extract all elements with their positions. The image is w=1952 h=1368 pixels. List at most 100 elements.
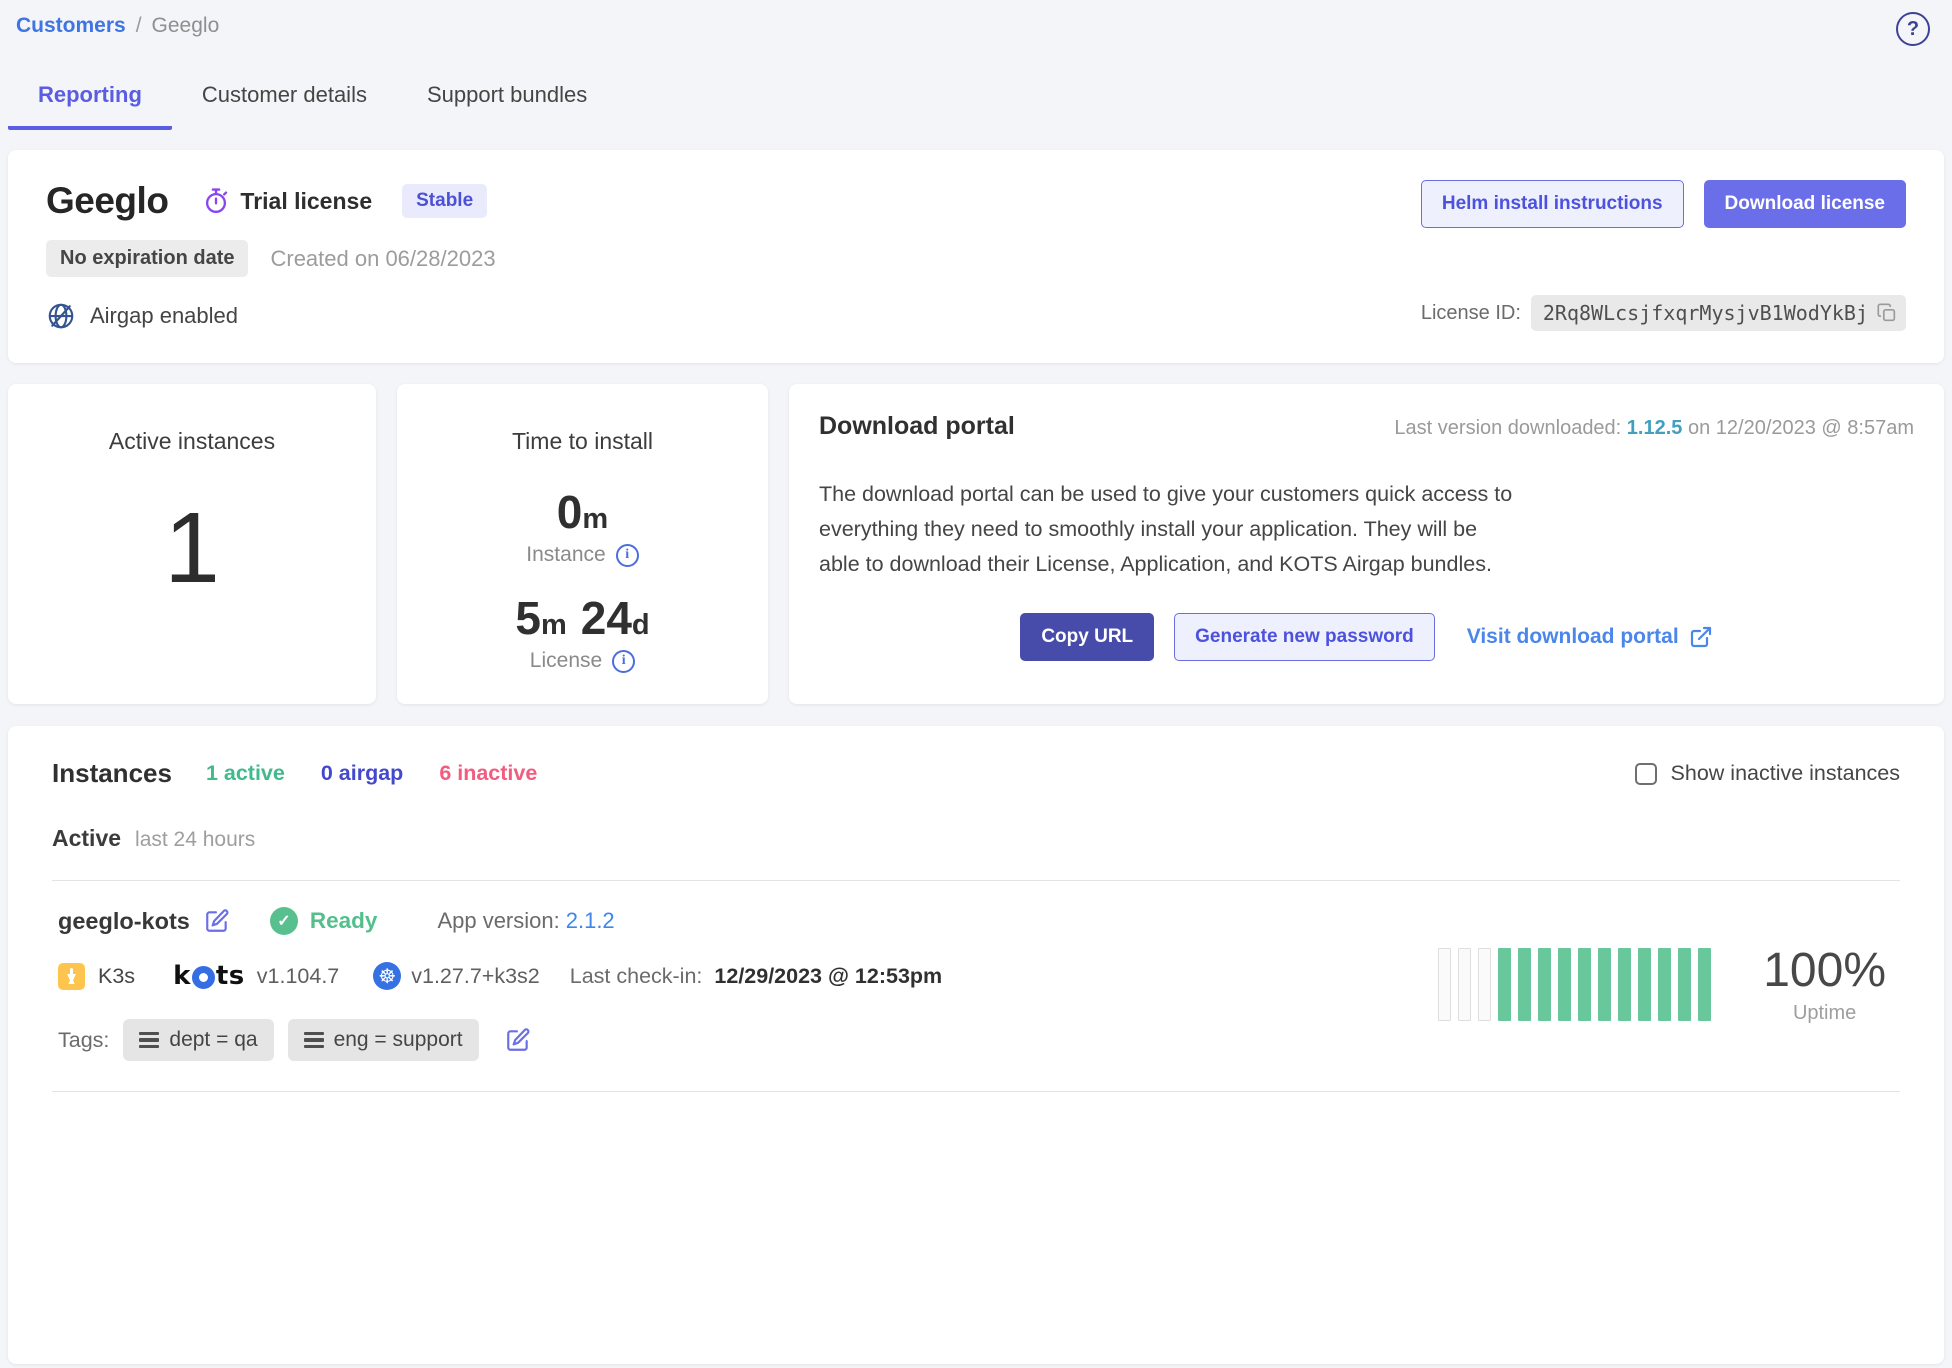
instance-counts: 1 active 0 airgap 6 inactive [206, 761, 537, 786]
copy-icon[interactable] [1876, 302, 1898, 324]
tab-bar: Reporting Customer details Support bundl… [8, 76, 1952, 130]
uptime-bar [1518, 948, 1531, 1021]
license-time-unit-1: m [541, 609, 567, 641]
license-time-value-2: 24 [581, 592, 632, 644]
uptime-bar [1698, 948, 1711, 1021]
active-instances-title: Active instances [8, 428, 376, 455]
instances-title: Instances [52, 758, 172, 789]
airgap-globe-icon [46, 301, 76, 331]
license-time-label-row: License i [397, 649, 768, 673]
tag-lines-icon [139, 1032, 159, 1049]
download-portal-card: Download portal Last version downloaded:… [789, 384, 1944, 704]
active-instances-value: 1 [8, 491, 376, 606]
uptime-bars [1438, 948, 1711, 1021]
page: Customers/Geeglo ? Reporting Customer de… [0, 0, 1952, 1368]
instance-time-label: Instance [526, 543, 605, 567]
uptime-bar [1638, 948, 1651, 1021]
kots-logo-k: k [173, 961, 191, 991]
tag-lines-icon [304, 1032, 324, 1049]
uptime-percentage: 100% [1763, 943, 1886, 998]
uptime-bar [1658, 948, 1671, 1021]
download-portal-description: The download portal can be used to give … [819, 477, 1519, 581]
app-version-link[interactable]: 2.1.2 [566, 908, 615, 933]
visit-download-portal-link[interactable]: Visit download portal [1467, 625, 1713, 649]
info-icon[interactable]: i [616, 544, 639, 567]
tab-support-bundles[interactable]: Support bundles [397, 76, 617, 130]
customer-card-left: Geeglo Trial license Stable No expiratio… [46, 180, 496, 331]
download-portal-title: Download portal [819, 412, 1015, 441]
kubernetes-icon: ☸ [373, 962, 401, 990]
uptime-bar [1598, 948, 1611, 1021]
tab-customer-details[interactable]: Customer details [172, 76, 397, 130]
uptime-bar [1438, 948, 1451, 1021]
breadcrumb-customers-link[interactable]: Customers [16, 14, 126, 37]
app-version-label: App version: [437, 908, 559, 933]
helm-install-button[interactable]: Helm install instructions [1421, 180, 1684, 228]
topbar: Customers/Geeglo ? [0, 0, 1952, 38]
last-checkin-label: Last check-in: [570, 964, 703, 989]
time-to-install-title: Time to install [397, 428, 768, 455]
tab-reporting[interactable]: Reporting [8, 76, 172, 130]
last-version-link[interactable]: 1.12.5 [1627, 417, 1683, 439]
copy-url-button[interactable]: Copy URL [1020, 613, 1154, 661]
license-id-text: 2Rq8WLcsjfxqrMysjvB1WodYkBj [1543, 301, 1868, 325]
time-to-install-card: Time to install 0m Instance i 5m24d Lice… [397, 384, 768, 704]
kots-logo-o-icon [192, 966, 215, 989]
license-type: Trial license [202, 187, 372, 215]
last-version-label: Last version downloaded: [1394, 417, 1626, 439]
uptime-bar [1498, 948, 1511, 1021]
stats-row: Active instances 1 Time to install 0m In… [8, 384, 1944, 704]
tag-pill: dept = qa [123, 1019, 273, 1061]
uptime-bar [1678, 948, 1691, 1021]
instance-time-label-row: Instance i [397, 543, 768, 567]
instance-row: geeglo-kots ✓ Ready App version: 2.1.2 [52, 880, 1900, 1092]
license-time-value-1: 5 [515, 592, 541, 644]
active-count: 1 active [206, 761, 285, 786]
instance-status-label: Ready [310, 908, 378, 934]
stopwatch-icon [202, 187, 230, 215]
last-checkin-value: 12/29/2023 @ 12:53pm [714, 964, 942, 989]
instance-time-value: 0 [557, 486, 583, 538]
kots-version: v1.104.7 [257, 964, 339, 989]
instance-status: ✓ Ready [270, 907, 378, 935]
active-instances-card: Active instances 1 [8, 384, 376, 704]
generate-password-button[interactable]: Generate new password [1174, 613, 1435, 661]
distribution-name: K3s [98, 964, 135, 989]
tags-label: Tags: [58, 1028, 109, 1053]
uptime-bar [1558, 948, 1571, 1021]
tag-label: dept = qa [169, 1028, 257, 1052]
expiration-badge: No expiration date [46, 240, 248, 277]
last-version-suffix: on 12/20/2023 @ 8:57am [1682, 417, 1914, 439]
app-version: App version: 2.1.2 [437, 908, 614, 934]
instance-name: geeglo-kots [58, 908, 190, 935]
instances-card: Instances 1 active 0 airgap 6 inactive S… [8, 726, 1944, 1364]
uptime-bar [1538, 948, 1551, 1021]
uptime-block: 100% Uptime [1438, 943, 1886, 1025]
last-version-downloaded: Last version downloaded: 1.12.5 on 12/20… [1394, 417, 1914, 440]
channel-badge: Stable [402, 184, 487, 218]
license-id-value[interactable]: 2Rq8WLcsjfxqrMysjvB1WodYkBj [1531, 295, 1906, 331]
edit-tags-icon[interactable] [505, 1027, 531, 1053]
airgap-count: 0 airgap [321, 761, 403, 786]
help-icon[interactable]: ? [1896, 12, 1930, 46]
kubernetes-version: v1.27.7+k3s2 [411, 964, 540, 989]
breadcrumb-separator: / [136, 14, 142, 37]
info-icon[interactable]: i [612, 650, 635, 673]
instance-time-unit: m [582, 503, 608, 535]
show-inactive-checkbox[interactable] [1635, 763, 1657, 785]
license-time-unit-2: d [632, 609, 650, 641]
download-license-button[interactable]: Download license [1704, 180, 1906, 228]
k3s-icon [58, 963, 85, 990]
tag-pill: eng = support [288, 1019, 479, 1061]
show-inactive-toggle[interactable]: Show inactive instances [1635, 761, 1900, 786]
tag-label: eng = support [334, 1028, 463, 1052]
uptime-bar [1458, 948, 1471, 1021]
uptime-bar [1578, 948, 1591, 1021]
customer-card: Geeglo Trial license Stable No expiratio… [8, 150, 1944, 363]
edit-instance-name-icon[interactable] [204, 908, 230, 934]
show-inactive-label: Show inactive instances [1671, 761, 1900, 786]
uptime-label: Uptime [1763, 1002, 1886, 1025]
instance-install-time: 0m [397, 485, 768, 539]
kots-logo-ts: ts [216, 961, 245, 991]
customer-card-right: Helm install instructions Download licen… [1421, 180, 1906, 331]
